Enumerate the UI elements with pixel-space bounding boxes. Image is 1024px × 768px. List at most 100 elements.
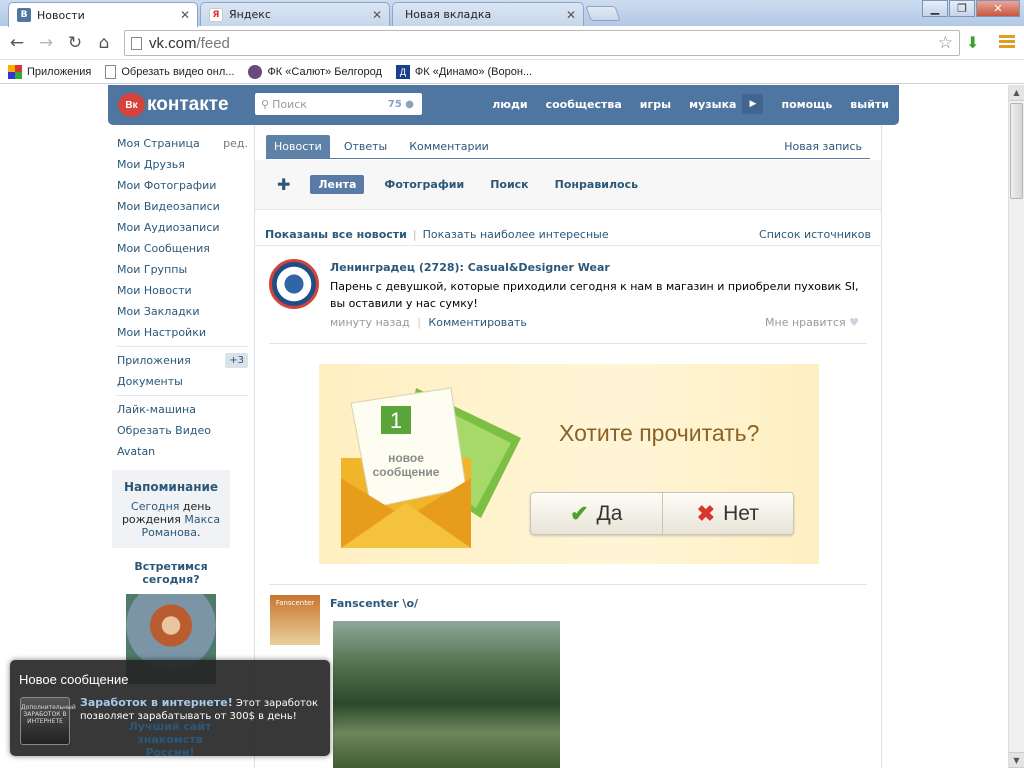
page-icon bbox=[131, 36, 142, 50]
edit-link[interactable]: ред. bbox=[223, 137, 248, 150]
tab-news[interactable]: Новости bbox=[266, 135, 330, 158]
search-input[interactable]: ⚲ Поиск 75 ● bbox=[255, 93, 422, 115]
bookmark-salyut[interactable]: ФК «Салют» Белгород bbox=[248, 64, 382, 79]
post-avatar[interactable] bbox=[269, 259, 319, 309]
svg-text:сообщение: сообщение bbox=[373, 465, 440, 479]
nav-music[interactable]: музыка bbox=[689, 98, 736, 111]
apps-grid-icon bbox=[8, 64, 22, 79]
tab-comments[interactable]: Комментарии bbox=[401, 135, 497, 158]
post-photo[interactable] bbox=[333, 621, 560, 768]
nav-people[interactable]: люди bbox=[492, 98, 527, 111]
divider bbox=[255, 245, 881, 246]
home-icon[interactable]: ⌂ bbox=[93, 32, 115, 54]
no-button[interactable]: ✖ Нет bbox=[661, 493, 794, 534]
comment-link[interactable]: Комментировать bbox=[428, 316, 526, 329]
bookmark-label: ФК «Динамо» (Ворон... bbox=[414, 65, 533, 78]
menu-bookmarks[interactable]: Мои Закладки bbox=[117, 301, 248, 322]
filter-all: Показаны все новости bbox=[265, 228, 407, 241]
forward-arrow-icon[interactable]: → bbox=[35, 32, 57, 54]
tab-answers[interactable]: Ответы bbox=[336, 135, 395, 158]
minimize-icon[interactable]: ▁ bbox=[922, 0, 948, 17]
news-feed: Новости Ответы Комментарии Новая запись … bbox=[254, 125, 882, 768]
post-author[interactable]: Fanscenter \o/ bbox=[330, 597, 418, 610]
post-author[interactable]: Ленинградец (2728): Casual&Designer Wear bbox=[330, 261, 610, 274]
like-button[interactable]: Мне нравится ♥ bbox=[765, 316, 859, 329]
tab-new[interactable]: Новая вкладка ✕ bbox=[392, 2, 584, 26]
filter-interesting[interactable]: Показать наиболее интересные bbox=[423, 228, 609, 241]
dating-ad-text[interactable]: Лучший сайт знакомств России! bbox=[117, 720, 223, 759]
reminder-title: Напоминание bbox=[123, 480, 219, 494]
download-extension-icon[interactable]: ⬇ bbox=[966, 33, 979, 52]
bookmark-star-icon[interactable]: ☆ bbox=[938, 33, 953, 53]
menu-like-machine[interactable]: Лайк-машина bbox=[117, 399, 248, 420]
message-ad-banner[interactable]: 1 новое сообщение Хотите прочитать? ✔ Да … bbox=[319, 364, 819, 564]
new-post-link[interactable]: Новая запись bbox=[776, 135, 870, 158]
play-icon[interactable]: ▶ bbox=[742, 94, 764, 114]
post-text: Парень с девушкой, которые приходили сег… bbox=[330, 280, 859, 310]
menu-news[interactable]: Мои Новости bbox=[117, 280, 248, 301]
page-icon bbox=[105, 64, 117, 79]
new-tab-button[interactable] bbox=[585, 6, 621, 21]
menu-documents[interactable]: Документы bbox=[117, 371, 248, 392]
menu-messages[interactable]: Мои Сообщения bbox=[117, 238, 248, 259]
bookmark-label: ФК «Салют» Белгород bbox=[267, 65, 382, 78]
tab-news[interactable]: B Новости ✕ bbox=[8, 2, 198, 27]
bookmarks-bar: Приложения Обрезать видео онл... ФК «Сал… bbox=[0, 60, 1024, 84]
filter-separator: | bbox=[412, 228, 417, 241]
subtab-photos[interactable]: Фотографии bbox=[384, 178, 464, 191]
subtab-feed[interactable]: Лента bbox=[310, 175, 365, 194]
tab-close-icon[interactable]: ✕ bbox=[371, 8, 383, 22]
menu-photos[interactable]: Мои Фотографии bbox=[117, 175, 248, 196]
add-list-icon[interactable]: ✚ bbox=[277, 175, 290, 194]
tab-yandex[interactable]: Я Яндекс ✕ bbox=[200, 2, 390, 26]
bookmark-dynamo[interactable]: Д ФК «Динамо» (Ворон... bbox=[395, 64, 533, 79]
yes-button[interactable]: ✔ Да bbox=[531, 493, 662, 534]
tab-close-icon[interactable]: ✕ bbox=[179, 8, 191, 22]
menu-settings[interactable]: Мои Настройки bbox=[117, 322, 248, 343]
menu-apps[interactable]: Приложения +3 bbox=[117, 350, 248, 371]
menu-cut-video[interactable]: Обрезать Видео bbox=[117, 420, 248, 441]
close-window-icon[interactable]: ✕ bbox=[976, 0, 1020, 17]
toast-link[interactable]: Заработок в интернете! bbox=[80, 696, 233, 709]
meet-ad-title[interactable]: Встретимся сегодня? bbox=[118, 560, 224, 586]
dynamo-icon: Д bbox=[395, 64, 410, 79]
ad-question: Хотите прочитать? bbox=[559, 420, 760, 446]
vk-logo[interactable]: Вк контакте bbox=[118, 93, 229, 117]
menu-videos[interactable]: Мои Видеозаписи bbox=[117, 196, 248, 217]
scroll-down-icon[interactable]: ▼ bbox=[1009, 752, 1024, 768]
sources-list-link[interactable]: Список источников bbox=[759, 228, 871, 241]
vk-icon: B bbox=[17, 8, 31, 22]
menu-groups[interactable]: Мои Группы bbox=[117, 259, 248, 280]
ad-badge-number: 1 bbox=[390, 408, 402, 433]
vk-logo-text: контакте bbox=[147, 94, 229, 115]
menu-audio[interactable]: Мои Аудиозаписи bbox=[117, 217, 248, 238]
apps-count-badge: +3 bbox=[225, 353, 248, 368]
chrome-menu-icon[interactable] bbox=[999, 35, 1015, 50]
scroll-thumb[interactable] bbox=[1010, 103, 1023, 199]
nav-communities[interactable]: сообщества bbox=[546, 98, 622, 111]
vk-logo-badge: Вк bbox=[118, 93, 145, 117]
menu-avatan[interactable]: Avatan bbox=[117, 441, 248, 462]
reload-icon[interactable]: ↻ bbox=[64, 32, 86, 54]
nav-games[interactable]: игры bbox=[640, 98, 671, 111]
bookmark-apps[interactable]: Приложения bbox=[8, 64, 91, 79]
yandex-icon: Я bbox=[209, 7, 223, 22]
scroll-up-icon[interactable]: ▲ bbox=[1009, 85, 1024, 101]
page-scrollbar[interactable]: ▲ ▼ bbox=[1008, 85, 1024, 768]
tab-close-icon[interactable]: ✕ bbox=[565, 8, 577, 22]
subtab-search[interactable]: Поиск bbox=[490, 178, 528, 191]
menu-divider bbox=[117, 395, 248, 396]
address-bar[interactable]: vk.com/feed ☆ bbox=[124, 30, 960, 56]
post-time[interactable]: минуту назад bbox=[330, 316, 410, 329]
menu-my-page[interactable]: Моя Страница ред. bbox=[117, 133, 248, 154]
nav-help[interactable]: помощь bbox=[781, 98, 832, 111]
post-avatar[interactable]: Fanscenter bbox=[270, 595, 320, 645]
bookmark-cut-video[interactable]: Обрезать видео онл... bbox=[105, 64, 234, 79]
feed-filters: Показаны все новости | Показать наиболее… bbox=[265, 228, 871, 241]
maximize-icon[interactable]: ❐ bbox=[949, 0, 975, 17]
back-arrow-icon[interactable]: ← bbox=[6, 32, 28, 54]
nav-logout[interactable]: выйти bbox=[850, 98, 889, 111]
menu-friends[interactable]: Мои Друзья bbox=[117, 154, 248, 175]
subtab-liked[interactable]: Понравилось bbox=[555, 178, 638, 191]
search-placeholder: Поиск bbox=[272, 97, 307, 111]
